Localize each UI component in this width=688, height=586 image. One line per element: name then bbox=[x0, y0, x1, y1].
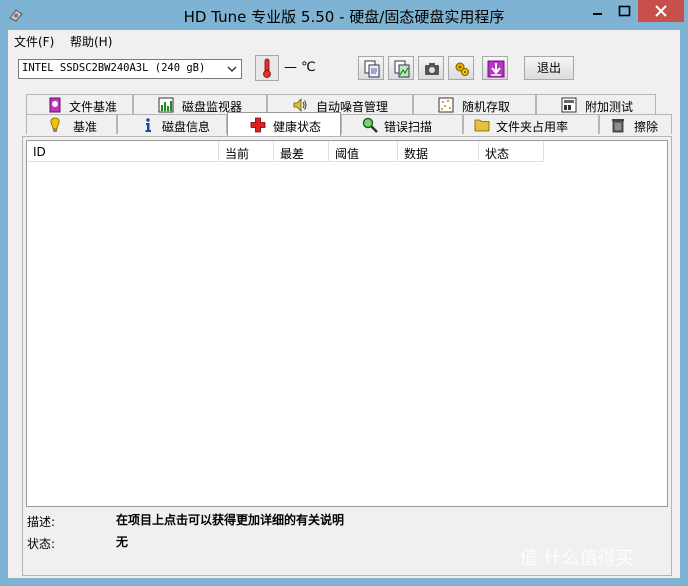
column-header-data[interactable]: 数据 bbox=[398, 141, 479, 162]
tab-label: 健康状态 bbox=[273, 120, 322, 134]
smart-table[interactable]: ID 当前 最差 阈值 数据 状态 bbox=[26, 140, 668, 507]
column-header-id[interactable]: ID bbox=[27, 141, 219, 162]
tab-label: 基准 bbox=[73, 120, 98, 134]
lightbulb-icon bbox=[50, 117, 60, 132]
copy-text-button[interactable] bbox=[358, 56, 384, 80]
speaker-icon bbox=[293, 98, 307, 112]
close-button[interactable] bbox=[638, 0, 684, 22]
status-label: 状态: bbox=[27, 537, 56, 551]
tab-label: 附加测试 bbox=[585, 100, 634, 114]
copy-screenshot-icon bbox=[394, 60, 410, 78]
tab-row-top: 文件基准 磁盘监视器 自动噪音管理 随机存取 附加测试 bbox=[26, 94, 672, 114]
tab-benchmark[interactable]: 基准 bbox=[26, 114, 117, 134]
screenshot-button[interactable] bbox=[418, 56, 444, 80]
extra-tests-icon bbox=[561, 97, 577, 113]
maximize-icon bbox=[618, 5, 631, 17]
menu-help[interactable]: 帮助(H) bbox=[70, 33, 112, 50]
menu-file[interactable]: 文件(F) bbox=[14, 33, 54, 50]
file-benchmark-icon bbox=[49, 97, 61, 113]
minimize-icon bbox=[593, 13, 602, 15]
toolbar: INTEL SSDSC2BW240A3L (240 gB) — ℃ 退出 bbox=[8, 52, 680, 86]
tab-error-scan[interactable]: 错误扫描 bbox=[341, 114, 463, 134]
exit-button[interactable]: 退出 bbox=[524, 56, 574, 80]
folder-icon bbox=[474, 119, 490, 132]
description-value: 在项目上点击可以获得更加详细的有关说明 bbox=[116, 513, 345, 527]
magnifier-icon bbox=[362, 117, 378, 133]
tab-erase[interactable]: 擦除 bbox=[599, 114, 672, 134]
client-area: 文件(F) 帮助(H) INTEL SSDSC2BW240A3L (240 gB… bbox=[8, 30, 680, 578]
column-header-current[interactable]: 当前 bbox=[219, 141, 274, 162]
info-icon bbox=[145, 118, 151, 132]
drive-select[interactable]: INTEL SSDSC2BW240A3L (240 gB) bbox=[18, 59, 242, 79]
drive-select-value: INTEL SSDSC2BW240A3L (240 gB) bbox=[22, 62, 206, 74]
tab-label: 擦除 bbox=[634, 120, 659, 134]
health-cross-icon bbox=[250, 117, 266, 133]
tab-label: 随机存取 bbox=[462, 100, 511, 114]
thermometer-icon bbox=[263, 58, 271, 78]
column-header-threshold[interactable]: 阈值 bbox=[329, 141, 398, 162]
tab-extra-tests[interactable]: 附加测试 bbox=[536, 94, 656, 114]
tab-folder-usage[interactable]: 文件夹占用率 bbox=[463, 114, 599, 134]
minimize-button[interactable] bbox=[584, 0, 611, 22]
tab-label: 错误扫描 bbox=[384, 120, 433, 134]
tab-aam[interactable]: 自动噪音管理 bbox=[267, 94, 413, 114]
close-icon bbox=[655, 5, 667, 17]
trash-icon bbox=[612, 119, 624, 133]
column-header-status[interactable]: 状态 bbox=[479, 141, 544, 162]
copy-text-icon bbox=[364, 60, 380, 78]
tab-disk-info[interactable]: 磁盘信息 bbox=[117, 114, 227, 134]
disk-monitor-icon bbox=[158, 97, 174, 113]
health-panel: ID 当前 最差 阈值 数据 状态 描述: 在项目上点击可以获得更加详细的有关说… bbox=[22, 136, 672, 576]
maximize-button[interactable] bbox=[611, 0, 638, 22]
status-value: 无 bbox=[116, 535, 129, 549]
tab-label: 文件夹占用率 bbox=[496, 120, 569, 134]
save-button[interactable] bbox=[482, 56, 508, 80]
title-bar[interactable]: HD Tune 专业版 5.50 - 硬盘/固态硬盘实用程序 bbox=[0, 0, 688, 30]
options-button[interactable] bbox=[448, 56, 474, 80]
temperature-readout: — ℃ bbox=[284, 60, 316, 75]
thermometer-button[interactable] bbox=[255, 55, 279, 81]
tab-random-access[interactable]: 随机存取 bbox=[413, 94, 536, 114]
menu-bar: 文件(F) 帮助(H) bbox=[8, 30, 680, 50]
random-access-icon bbox=[438, 97, 454, 113]
column-header-worst[interactable]: 最差 bbox=[274, 141, 329, 162]
app-window: HD Tune 专业版 5.50 - 硬盘/固态硬盘实用程序 文件(F) 帮助(… bbox=[0, 0, 688, 586]
tab-label: 文件基准 bbox=[69, 100, 118, 114]
save-icon bbox=[487, 60, 505, 78]
tab-file-benchmark[interactable]: 文件基准 bbox=[26, 94, 133, 114]
tab-label: 磁盘信息 bbox=[162, 120, 211, 134]
description-label: 描述: bbox=[27, 515, 56, 529]
chevron-down-icon bbox=[227, 66, 237, 72]
tab-disk-monitor[interactable]: 磁盘监视器 bbox=[133, 94, 267, 114]
options-icon bbox=[455, 62, 469, 76]
copy-screenshot-button[interactable] bbox=[388, 56, 414, 80]
tab-row-bottom: 基准 磁盘信息 健康状态 错误扫描 文件夹占用率 擦除 bbox=[26, 112, 672, 136]
camera-icon bbox=[425, 63, 439, 75]
watermark: 值 什么值得买 bbox=[520, 548, 634, 569]
tab-health[interactable]: 健康状态 bbox=[227, 112, 341, 136]
